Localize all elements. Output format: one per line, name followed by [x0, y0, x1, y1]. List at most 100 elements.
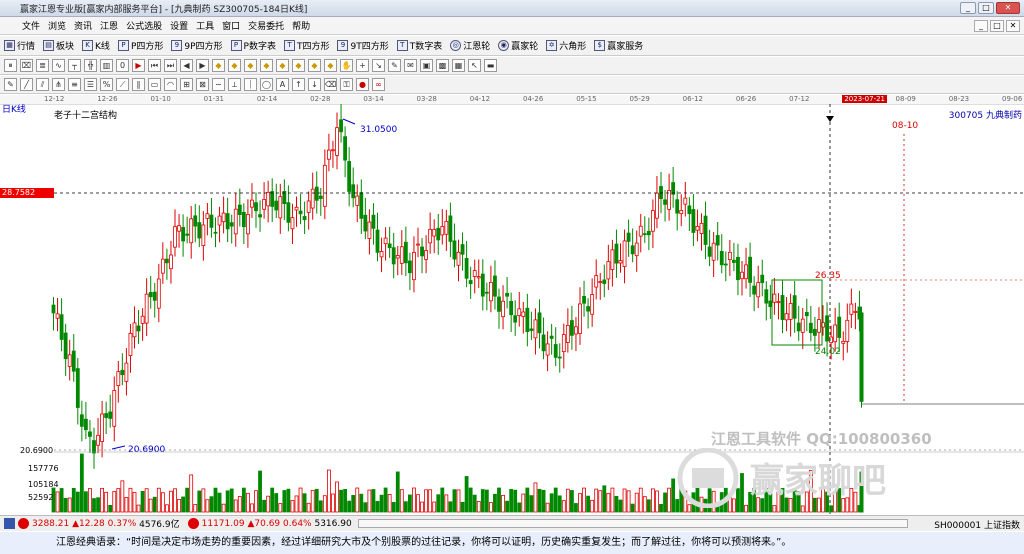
9t-square-button[interactable]: 9 9T四方形 — [337, 39, 389, 52]
winner-wheel-button[interactable]: ◉ 赢家轮 — [498, 39, 538, 52]
draw-pen-icon[interactable]: ✎ — [4, 78, 17, 91]
period-icon[interactable]: ⏸ — [4, 59, 17, 72]
kline-button[interactable]: K K线 — [82, 39, 110, 52]
flag-icon[interactable]: ▶ — [132, 59, 145, 72]
candle-body — [169, 254, 173, 270]
draw-down-icon[interactable]: ↓ — [308, 78, 321, 91]
draw-speed-icon[interactable]: ⟂ — [228, 78, 241, 91]
save-icon[interactable]: ▩ — [436, 59, 449, 72]
menu-settings[interactable]: 设置 — [166, 19, 192, 32]
zero-icon[interactable]: 0 — [116, 59, 129, 72]
diamond5-icon[interactable]: ◆ — [276, 59, 289, 72]
menu-browse[interactable]: 浏览 — [44, 19, 70, 32]
grid2-icon[interactable]: ╬ — [84, 59, 97, 72]
draw-grid-icon[interactable]: ⊞ — [180, 78, 193, 91]
candle-body — [391, 247, 396, 265]
hand-icon[interactable]: ✋ — [340, 59, 353, 72]
chart-icon[interactable]: ∿ — [52, 59, 65, 72]
gann-wheel-button[interactable]: ◎ 江恩轮 — [450, 39, 490, 52]
quotes-button[interactable]: ▦ 行情 — [4, 39, 35, 52]
diamond8-icon[interactable]: ◆ — [324, 59, 337, 72]
maximize-button[interactable]: □ — [978, 2, 994, 14]
next-icon[interactable]: ▶ — [196, 59, 209, 72]
list-icon[interactable]: ≣ — [36, 59, 49, 72]
calc-icon[interactable]: ⌧ — [20, 59, 33, 72]
diamond1-icon[interactable]: ◆ — [212, 59, 225, 72]
draw-fib-icon[interactable]: ≡ — [68, 78, 81, 91]
t-square-label: T四方形 — [296, 42, 330, 52]
candle-body — [294, 206, 299, 211]
doc-icon[interactable]: ▣ — [420, 59, 433, 72]
menu-window[interactable]: 窗口 — [218, 19, 244, 32]
draw-box-icon[interactable]: ▭ — [148, 78, 161, 91]
arrow-icon[interactable]: ↘ — [372, 59, 385, 72]
draw-link-icon[interactable]: ∞ — [372, 78, 385, 91]
draw-fan-icon[interactable]: ⟋ — [116, 78, 129, 91]
menu-gann[interactable]: 江恩 — [96, 19, 122, 32]
candle-body — [736, 256, 740, 281]
pen-icon[interactable]: ✎ — [388, 59, 401, 72]
bar-icon[interactable]: ▥ — [100, 59, 113, 72]
draw-level-icon[interactable]: ☰ — [84, 78, 97, 91]
draw-erase-icon[interactable]: ⌫ — [324, 78, 337, 91]
close-button[interactable]: ✕ — [996, 2, 1020, 14]
diamond3-icon[interactable]: ◆ — [244, 59, 257, 72]
draw-ellipse-icon[interactable]: ◯ — [260, 78, 273, 91]
draw-cycle-icon[interactable]: ∥ — [132, 78, 145, 91]
cross-icon[interactable]: + — [356, 59, 369, 72]
diamond4-icon[interactable]: ◆ — [260, 59, 273, 72]
menu-formula[interactable]: 公式选股 — [122, 19, 166, 32]
draw-line-icon[interactable]: ╱ — [20, 78, 33, 91]
cursor-icon[interactable]: ↖ — [468, 59, 481, 72]
draw-percent-icon[interactable]: % — [100, 78, 113, 91]
9p-square-button[interactable]: 9 9P四方形 — [171, 39, 223, 52]
sector-button[interactable]: ▤ 板块 — [43, 39, 74, 52]
child-minimize-button[interactable]: _ — [974, 20, 988, 32]
candle-body — [59, 314, 64, 340]
t-table-button[interactable]: T T数字表 — [396, 39, 442, 52]
service-button[interactable]: $ 赢家服务 — [594, 39, 643, 52]
draw-fork-icon[interactable]: ⋔ — [52, 78, 65, 91]
candle-body — [614, 243, 619, 264]
draw-lock-icon[interactable]: ⚿ — [340, 78, 353, 91]
draw-gann-icon[interactable]: ⊠ — [196, 78, 209, 91]
sh-index[interactable]: 3288.21 ▲12.28 0.37% 4576.9亿 — [4, 517, 180, 530]
sz-index[interactable]: 11171.09 ▲70.69 0.64% 5316.90 — [187, 518, 352, 529]
hexagon-button[interactable]: ✡ 六角形 — [546, 39, 586, 52]
volume-bar — [144, 488, 149, 513]
candle-body — [75, 368, 80, 408]
draw-wave-icon[interactable]: ∼ — [212, 78, 225, 91]
menu-file[interactable]: 文件 — [18, 19, 44, 32]
draw-color-icon[interactable]: ● — [356, 78, 369, 91]
minimize-button[interactable]: _ — [960, 2, 976, 14]
car-icon[interactable]: ▬ — [484, 59, 497, 72]
p-square-icon: P — [117, 40, 129, 51]
menu-trade[interactable]: 交易委托 — [244, 19, 288, 32]
index-name[interactable]: SH000001 上证指数 — [934, 518, 1020, 531]
sector-label: 板块 — [56, 42, 75, 52]
menu-help[interactable]: 帮助 — [288, 19, 314, 32]
t-square-button[interactable]: T T四方形 — [283, 39, 330, 52]
prev-icon[interactable]: ◀ — [180, 59, 193, 72]
horizontal-scrollbar[interactable] — [358, 519, 908, 528]
menu-tools[interactable]: 工具 — [192, 19, 218, 32]
layout-icon[interactable]: ▦ — [452, 59, 465, 72]
draw-up-icon[interactable]: ↑ — [292, 78, 305, 91]
p-square-button[interactable]: P P四方形 — [117, 39, 163, 52]
diamond7-icon[interactable]: ◆ — [308, 59, 321, 72]
draw-arc-icon[interactable]: ◠ — [164, 78, 177, 91]
menu-info[interactable]: 资讯 — [70, 19, 96, 32]
draw-channel-icon[interactable]: ⫽ — [36, 78, 49, 91]
pin-icon[interactable]: ┬ — [68, 59, 81, 72]
note-icon[interactable]: ✉ — [404, 59, 417, 72]
draw-text-icon[interactable]: A — [276, 78, 289, 91]
volume-bar — [371, 489, 376, 513]
first-icon[interactable]: ⏮ — [148, 59, 161, 72]
child-restore-button[interactable]: □ — [990, 20, 1004, 32]
last-icon[interactable]: ⏭ — [164, 59, 177, 72]
draw-time-icon[interactable]: ⏐ — [244, 78, 257, 91]
diamond2-icon[interactable]: ◆ — [228, 59, 241, 72]
p-table-button[interactable]: P P数字表 — [230, 39, 276, 52]
diamond6-icon[interactable]: ◆ — [292, 59, 305, 72]
child-close-button[interactable]: ✕ — [1006, 20, 1020, 32]
